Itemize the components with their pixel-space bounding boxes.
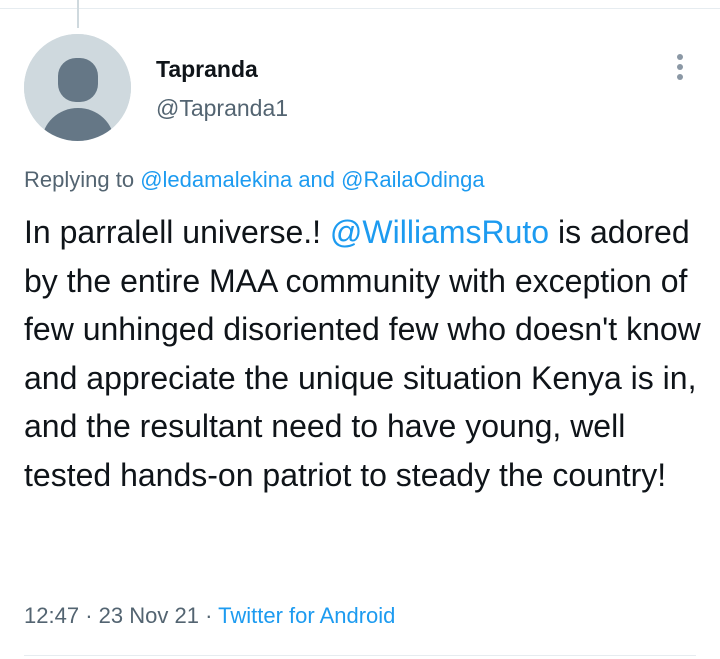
- top-divider: [0, 8, 720, 9]
- tweet-text-rest: is adored by the entire MAA community wi…: [24, 214, 701, 493]
- meta-separator: ·: [205, 603, 213, 628]
- more-vertical-icon[interactable]: [668, 52, 692, 82]
- avatar[interactable]: [24, 34, 131, 141]
- replying-to-line: Replying to @ledamalekina and @RailaOdin…: [24, 167, 485, 193]
- tweet-text-start: In parralell universe.!: [24, 214, 330, 250]
- default-avatar-icon: [24, 34, 131, 141]
- author-handle[interactable]: @Tapranda1: [156, 95, 288, 122]
- tweet-time[interactable]: 12:47: [24, 603, 79, 628]
- mention-ledamalekina[interactable]: @ledamalekina: [140, 167, 292, 192]
- meta-separator: ·: [85, 603, 93, 628]
- tweet-source-link[interactable]: Twitter for Android: [218, 603, 395, 628]
- mention-railaodinga[interactable]: @RailaOdinga: [341, 167, 484, 192]
- tweet-date[interactable]: 23 Nov 21: [99, 603, 199, 628]
- thread-connector-line: [77, 0, 79, 28]
- bottom-divider: [24, 655, 696, 656]
- replying-to-label: Replying to: [24, 167, 135, 192]
- author-display-name[interactable]: Tapranda: [156, 56, 258, 83]
- tweet-body: In parralell universe.! @WilliamsRuto is…: [24, 208, 704, 499]
- tweet-meta: 12:47 · 23 Nov 21 · Twitter for Android: [24, 603, 395, 629]
- replying-conjunction: and: [298, 167, 336, 192]
- mention-williamsruto[interactable]: @WilliamsRuto: [330, 214, 549, 250]
